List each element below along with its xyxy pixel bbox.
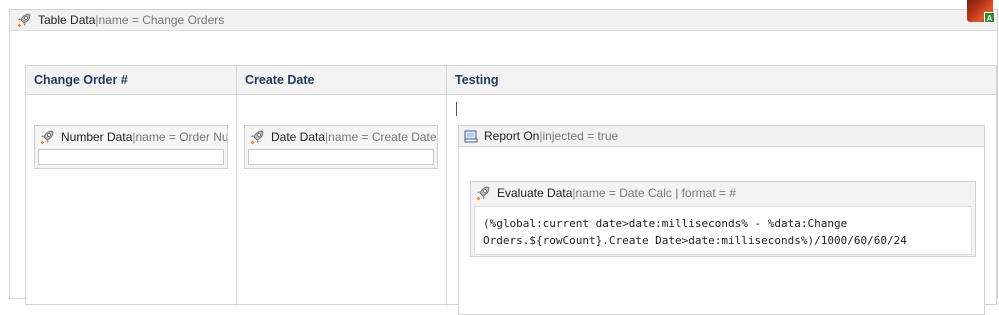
evaluate-data-header[interactable]: Evaluate Data | name = Date Calc | forma… xyxy=(471,182,975,204)
date-data-panel: Date Data | name = Create Date | format xyxy=(244,125,438,169)
column-header-testing[interactable]: Testing xyxy=(447,66,997,95)
expression-line: (%global:current date>date:milliseconds%… xyxy=(483,217,848,230)
avatar[interactable]: A xyxy=(967,0,995,23)
evaluate-data-panel: Evaluate Data | name = Date Calc | forma… xyxy=(470,181,976,257)
column-header-create-date[interactable]: Create Date xyxy=(237,66,447,95)
table-data-meta: name = Change Orders xyxy=(98,13,225,27)
date-data-type-label: Date Data xyxy=(271,130,326,144)
book-icon xyxy=(464,130,478,142)
table-header-row: Change Order # Create Date Testing xyxy=(26,66,996,95)
report-on-meta: injected = true xyxy=(542,129,619,143)
expression-line: Orders.${rowCount}.Create Date>date:mill… xyxy=(483,234,907,247)
rocket-icon xyxy=(476,186,490,201)
number-data-header[interactable]: Number Data | name = Order Number xyxy=(35,126,227,148)
text-cursor xyxy=(456,102,457,116)
data-table: Change Order # Create Date Testing Numbe… xyxy=(25,65,997,315)
column-header-change-order[interactable]: Change Order # xyxy=(26,66,237,95)
rocket-icon xyxy=(17,13,31,28)
rocket-icon xyxy=(250,130,264,145)
avatar-badge: A xyxy=(984,12,995,23)
table-data-type-label: Table Data xyxy=(38,13,96,27)
report-on-header[interactable]: Report On | injected = true xyxy=(459,126,984,147)
table-data-header[interactable]: Table Data | name = Change Orders xyxy=(10,10,997,31)
create-date-input[interactable] xyxy=(248,149,434,165)
date-data-header[interactable]: Date Data | name = Create Date | format xyxy=(245,126,437,148)
order-number-input[interactable] xyxy=(38,149,224,165)
number-data-panel: Number Data | name = Order Number xyxy=(34,125,228,169)
number-data-meta: name = Order Number xyxy=(135,130,228,144)
column-divider xyxy=(446,66,447,306)
expression-editor[interactable]: (%global:current date>date:milliseconds%… xyxy=(474,206,972,255)
evaluate-data-type-label: Evaluate Data xyxy=(497,186,573,200)
report-on-panel: Report On | injected = true Evaluate Dat… xyxy=(458,125,985,315)
rocket-icon xyxy=(40,130,54,145)
date-data-meta: name = Create Date | format xyxy=(328,130,437,144)
number-data-type-label: Number Data xyxy=(61,130,133,144)
report-on-type-label: Report On xyxy=(484,129,540,143)
column-divider xyxy=(236,66,237,306)
evaluate-data-meta: name = Date Calc | format = # xyxy=(575,186,737,200)
